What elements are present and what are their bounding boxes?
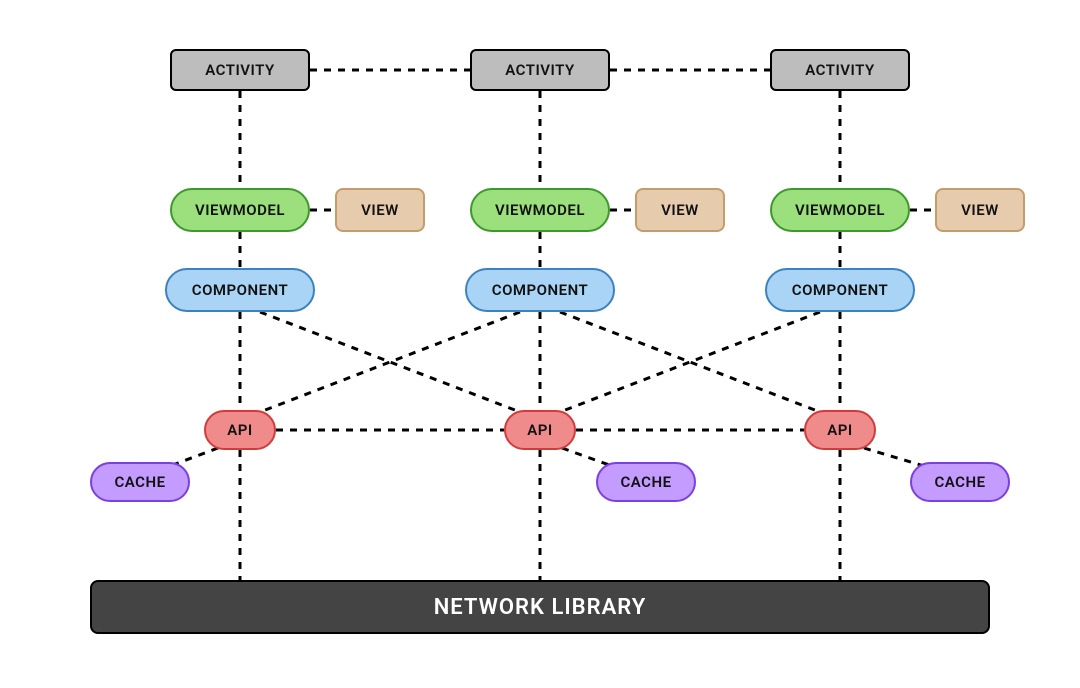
viewmodel-node: VIEWMODEL xyxy=(170,188,310,232)
api-node: API xyxy=(204,410,276,450)
cache-node: CACHE xyxy=(90,462,190,502)
api-node: API xyxy=(804,410,876,450)
network-library-node: NETWORK LIBRARY xyxy=(90,580,990,634)
component-node: COMPONENT xyxy=(765,268,915,312)
activity-node: ACTIVITY xyxy=(170,49,310,91)
activity-node: ACTIVITY xyxy=(470,49,610,91)
view-node: VIEW xyxy=(335,188,425,232)
component-node: COMPONENT xyxy=(465,268,615,312)
cache-node: CACHE xyxy=(910,462,1010,502)
architecture-diagram: ACTIVITY ACTIVITY ACTIVITY VIEWMODEL VIE… xyxy=(0,0,1080,688)
component-node: COMPONENT xyxy=(165,268,315,312)
view-node: VIEW xyxy=(935,188,1025,232)
api-node: API xyxy=(504,410,576,450)
view-node: VIEW xyxy=(635,188,725,232)
viewmodel-node: VIEWMODEL xyxy=(770,188,910,232)
cache-node: CACHE xyxy=(596,462,696,502)
activity-node: ACTIVITY xyxy=(770,49,910,91)
viewmodel-node: VIEWMODEL xyxy=(470,188,610,232)
